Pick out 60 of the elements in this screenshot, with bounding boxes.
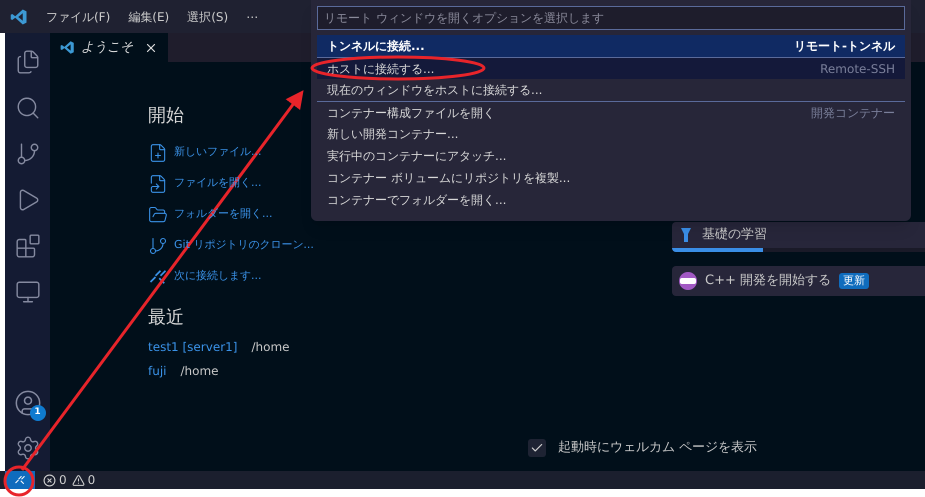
update-badge: 更新 bbox=[839, 272, 869, 290]
quick-pick-item[interactable]: コンテナー構成ファイルを開く 開発コンテナー bbox=[317, 101, 905, 123]
item-label: コンテナー ボリュームにリポジトリを複製... bbox=[327, 170, 570, 187]
settings-icon[interactable] bbox=[14, 435, 40, 461]
walkthrough-title: 基礎の学習 bbox=[702, 226, 767, 244]
branch-icon[interactable] bbox=[14, 141, 40, 167]
logo-icon bbox=[60, 40, 75, 55]
quick-pick-item[interactable]: 新しい開発コンテナー... bbox=[317, 123, 905, 145]
menu-item[interactable]: 選択(S) bbox=[187, 8, 228, 26]
notification-badge: 1 bbox=[30, 405, 46, 421]
walkthrough-card[interactable]: 基礎の学習 bbox=[672, 222, 925, 252]
extensions-icon[interactable] bbox=[14, 233, 40, 259]
editor-tab[interactable]: ようこそ bbox=[50, 33, 168, 62]
walkthrough-title: C++ 開発を開始する bbox=[705, 272, 831, 290]
tab-label: ようこそ bbox=[81, 38, 134, 57]
item-label: トンネルに接続... bbox=[327, 38, 425, 55]
item-label: ホストに接続する... bbox=[327, 60, 434, 78]
folder-icon bbox=[148, 204, 168, 224]
files-icon[interactable] bbox=[14, 49, 40, 75]
item-detail: Remote-SSH bbox=[820, 60, 895, 78]
item-detail: 開発コンテナー bbox=[811, 104, 895, 122]
item-label: 実行中のコンテナーにアタッチ... bbox=[327, 148, 506, 165]
warning-count: 0 bbox=[88, 472, 96, 489]
quick-pick-item[interactable]: 実行中のコンテナーにアタッチ... bbox=[317, 145, 905, 167]
item-label: 現在のウィンドウをホストに接続する... bbox=[327, 82, 542, 99]
branch-icon bbox=[148, 236, 168, 256]
start-link[interactable]: 次に接続します... bbox=[174, 268, 262, 285]
section-title: 開始 bbox=[148, 104, 184, 128]
item-detail: リモート-トンネル bbox=[794, 38, 895, 55]
recent-link[interactable]: test1 [server1] bbox=[148, 338, 238, 356]
search-icon[interactable] bbox=[14, 95, 40, 121]
quick-pick-item[interactable]: ホストに接続する... Remote-SSH bbox=[317, 57, 905, 79]
error-icon bbox=[43, 474, 56, 486]
menu-item[interactable]: ⋯ bbox=[246, 8, 258, 26]
menu-item[interactable]: 編集(E) bbox=[128, 8, 170, 26]
quick-pick-item[interactable]: コンテナーでフォルダーを開く... bbox=[317, 189, 905, 211]
menu-item[interactable]: ファイル(F) bbox=[46, 8, 110, 26]
account-icon[interactable] bbox=[14, 389, 42, 417]
item-label: コンテナー構成ファイルを開く bbox=[327, 104, 495, 122]
section-title: 最近 bbox=[148, 306, 184, 330]
item-label: 新しい開発コンテナー... bbox=[327, 126, 458, 143]
quick-pick-input[interactable]: リモート ウィンドウを開くオプションを選択します bbox=[317, 6, 905, 30]
warning-icon bbox=[72, 474, 85, 486]
quick-pick-item[interactable]: 現在のウィンドウをホストに接続する... bbox=[317, 79, 905, 101]
walkthrough-card[interactable]: C++ 開発を開始する 更新 bbox=[672, 266, 925, 296]
checkbox-label: 起動時にウェルカム ページを表示 bbox=[558, 439, 758, 457]
quick-pick-item[interactable]: コンテナー ボリュームにリポジトリを複製... bbox=[317, 167, 905, 189]
monitor-icon[interactable] bbox=[14, 279, 40, 305]
recent-path: /home bbox=[180, 363, 219, 380]
new-file-icon bbox=[148, 142, 168, 162]
recent-link[interactable]: fuji bbox=[148, 362, 166, 380]
error-count: 0 bbox=[59, 472, 67, 489]
logo-icon bbox=[10, 8, 28, 26]
highlight-circle bbox=[4, 466, 34, 496]
checkbox[interactable] bbox=[528, 438, 546, 457]
quick-pick-item[interactable]: トンネルに接続... リモート-トンネル bbox=[317, 35, 905, 57]
item-label: コンテナーでフォルダーを開く... bbox=[327, 192, 506, 209]
recent-path: /home bbox=[251, 339, 290, 356]
open-file-icon bbox=[148, 174, 168, 194]
remote-icon bbox=[14, 474, 26, 486]
